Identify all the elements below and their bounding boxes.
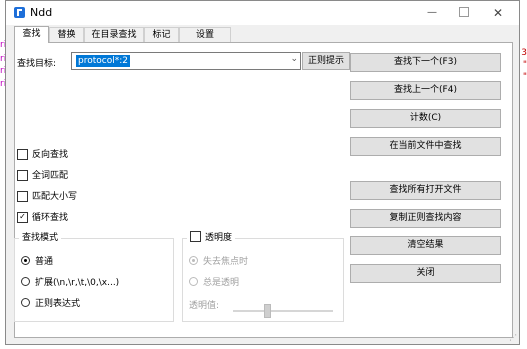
close-button[interactable]: 关闭 [350, 264, 501, 283]
minimize-button[interactable]: — [417, 1, 447, 25]
transparent-on-blur-radio [189, 256, 198, 265]
bg-text: " [522, 72, 527, 82]
wrap-around-checkbox[interactable]: ✓ [17, 211, 28, 223]
resize-grip-icon[interactable]: ⋰ [509, 333, 517, 342]
clear-results-button[interactable]: 清空结果 [350, 236, 501, 255]
reverse-search-checkbox[interactable] [17, 148, 28, 160]
tab-find-in-dir[interactable]: 在目录查找 [84, 27, 144, 42]
whole-word-checkbox[interactable] [17, 169, 28, 181]
find-next-button[interactable]: 查找下一个(F3) [350, 53, 501, 72]
bg-text: " [522, 60, 527, 70]
match-case-checkbox[interactable] [17, 190, 28, 202]
wrap-around-label: 循环查找 [32, 213, 69, 223]
transparency-checkbox[interactable] [190, 231, 201, 242]
search-mode-group: 查找模式 普通 扩展(\n,\r,\t,\0,\x...) 正则表达式 [14, 232, 174, 322]
mode-normal-option[interactable]: 普通 [21, 255, 53, 269]
search-mode-title: 查找模式 [19, 232, 62, 244]
reverse-search-label: 反向查找 [32, 150, 69, 160]
transparency-slider-handle [264, 304, 271, 318]
mode-regex-radio[interactable] [21, 298, 30, 307]
mode-regex-option[interactable]: 正则表达式 [21, 297, 80, 311]
copy-regex-content-button[interactable]: 复制正则查找内容 [350, 209, 501, 228]
regex-hint-button[interactable]: 正则提示 [302, 52, 350, 70]
tab-mark[interactable]: 标记 [144, 27, 179, 42]
tab-find[interactable]: 查找 [14, 26, 49, 43]
chevron-down-icon[interactable]: ⌄ [290, 54, 298, 64]
reverse-search-option[interactable]: 反向查找 [17, 148, 68, 162]
always-transparent-option: 总是透明 [189, 276, 239, 290]
transparency-title: 透明度 [205, 233, 233, 243]
find-target-combobox[interactable]: protocol*:2 ⌄ [71, 52, 301, 70]
bg-text: 3 [521, 48, 527, 58]
transparent-on-blur-label: 失去焦点时 [203, 257, 249, 267]
match-case-option[interactable]: 匹配大小写 [17, 190, 77, 204]
whole-word-option[interactable]: 全词匹配 [17, 169, 68, 183]
find-target-value: protocol*:2 [76, 55, 130, 67]
always-transparent-radio [189, 277, 198, 286]
close-window-button[interactable]: ✕ [483, 1, 513, 25]
always-transparent-label: 总是透明 [203, 278, 240, 288]
transparency-title-row[interactable]: 透明度 [187, 231, 236, 244]
find-target-label: 查找目标: [17, 59, 57, 69]
maximize-button[interactable] [449, 1, 479, 25]
transparency-slider [233, 310, 333, 312]
find-in-current-file-button[interactable]: 在当前文件中查找 [350, 137, 501, 156]
count-button[interactable]: 计数(C) [350, 109, 501, 128]
maximize-icon [459, 7, 469, 17]
mode-normal-radio[interactable] [21, 256, 30, 265]
mode-extended-label: 扩展(\n,\r,\t,\0,\x...) [35, 278, 120, 288]
mode-extended-radio[interactable] [21, 277, 30, 286]
find-dialog: Ndd — ✕ 查找 替换 在目录查找 标记 设置 查找目标: protocol… [5, 0, 520, 345]
transparent-on-blur-option: 失去焦点时 [189, 255, 248, 269]
transparency-value-label: 透明值: [189, 301, 220, 311]
match-case-label: 匹配大小写 [32, 192, 78, 202]
window-title: Ndd [30, 6, 53, 19]
whole-word-label: 全词匹配 [32, 171, 69, 181]
mode-normal-label: 普通 [35, 257, 54, 267]
transparency-group: 透明度 失去焦点时 总是透明 透明值: [182, 231, 344, 322]
app-icon [14, 7, 25, 18]
mode-extended-option[interactable]: 扩展(\n,\r,\t,\0,\x...) [21, 276, 119, 290]
mode-regex-label: 正则表达式 [35, 299, 81, 309]
tab-replace[interactable]: 替换 [49, 27, 84, 42]
find-prev-button[interactable]: 查找上一个(F4) [350, 81, 501, 100]
wrap-around-option[interactable]: ✓ 循环查找 [17, 211, 68, 225]
tab-settings[interactable]: 设置 [179, 27, 231, 42]
title-bar[interactable]: Ndd — ✕ [6, 1, 519, 25]
find-all-open-files-button[interactable]: 查找所有打开文件 [350, 181, 501, 200]
